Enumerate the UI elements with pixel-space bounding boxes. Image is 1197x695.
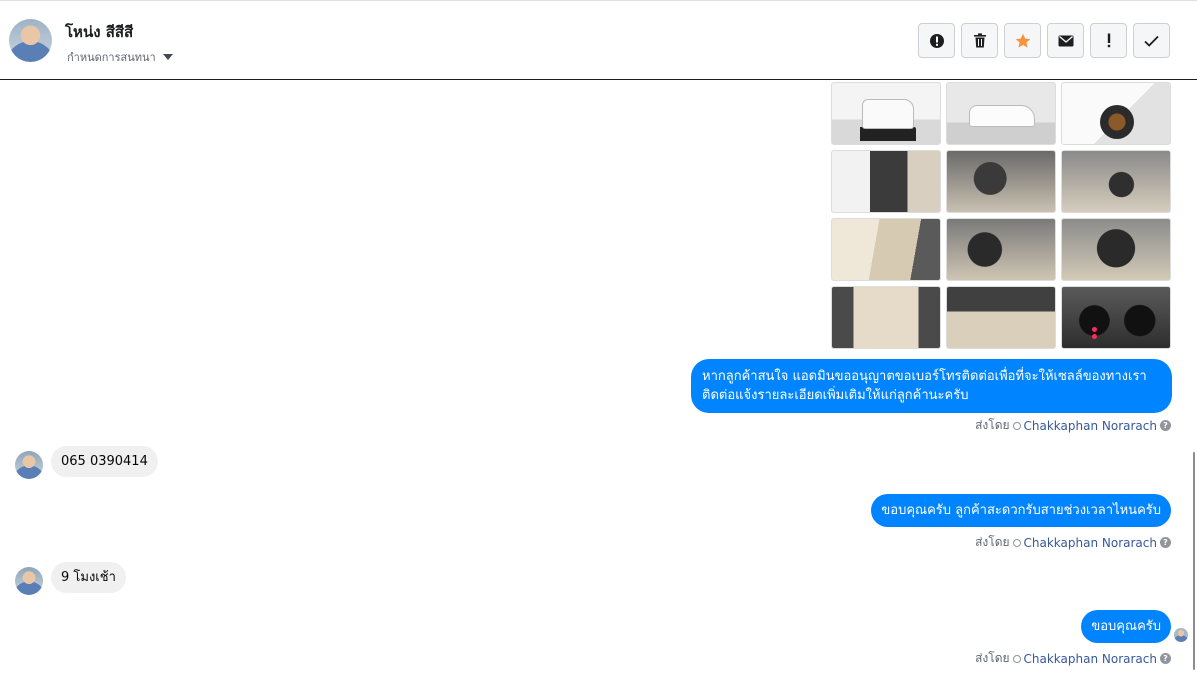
exclamation-icon: [1107, 33, 1110, 48]
photo-thumbnail[interactable]: [831, 150, 941, 213]
photo-grid: [831, 82, 1171, 349]
sent-status-icon: [1012, 421, 1021, 430]
help-icon[interactable]: ?: [1160, 537, 1171, 548]
caret-down-icon: [162, 54, 173, 60]
agent-name-link[interactable]: Chakkaphan Norarach: [1024, 419, 1157, 433]
header-actions: [918, 23, 1170, 58]
contact-avatar[interactable]: [9, 19, 52, 62]
message-bubble-outgoing[interactable]: ขอบคุณครับ ลูกค้าสะดวกรับสายช่วงเวลาไหนค…: [871, 494, 1171, 527]
assign-conversation-dropdown[interactable]: กำหนดการสนทนา: [67, 48, 173, 66]
sent-by-line: ส่งโดย Chakkaphan Norarach ?: [975, 649, 1171, 668]
alert-circle-icon: [929, 33, 944, 48]
customer-avatar[interactable]: [15, 451, 43, 479]
photo-thumbnail[interactable]: [1061, 82, 1171, 145]
spam-button[interactable]: [918, 23, 955, 58]
photo-thumbnail[interactable]: [831, 218, 941, 281]
star-icon: [1015, 33, 1030, 48]
agent-name-link[interactable]: Chakkaphan Norarach: [1024, 536, 1157, 550]
sent-status-icon: [1012, 654, 1021, 663]
photo-thumbnail[interactable]: [1061, 286, 1171, 349]
sent-by-label: ส่งโดย: [975, 651, 1010, 665]
sent-by-label: ส่งโดย: [975, 418, 1010, 432]
sent-by-line: ส่งโดย Chakkaphan Norarach ?: [975, 416, 1171, 435]
help-icon[interactable]: ?: [1160, 653, 1171, 664]
sent-status-icon: [1012, 538, 1021, 547]
help-icon[interactable]: ?: [1160, 420, 1171, 431]
assign-label: กำหนดการสนทนา: [67, 51, 156, 64]
photo-thumbnail[interactable]: [831, 82, 941, 145]
sent-by-label: ส่งโดย: [975, 535, 1010, 549]
photo-thumbnail[interactable]: [946, 150, 1056, 213]
message-bubble-outgoing[interactable]: หากลูกค้าสนใจ แอดมินขออนุญาตขอเบอร์โทรติ…: [691, 359, 1172, 413]
star-button[interactable]: [1004, 23, 1041, 58]
seen-avatar: [1174, 628, 1188, 642]
conversation-header: โหน่ง สีสีสี กำหนดการสนทนา: [0, 1, 1197, 80]
message-bubble-incoming[interactable]: 9 โมงเช้า: [51, 562, 126, 593]
sent-by-line: ส่งโดย Chakkaphan Norarach ?: [975, 533, 1171, 552]
message-bubble-incoming[interactable]: 065 0390414: [51, 446, 158, 477]
photo-thumbnail[interactable]: [831, 286, 941, 349]
check-icon: [1144, 35, 1159, 47]
photo-thumbnail[interactable]: [946, 82, 1056, 145]
customer-avatar[interactable]: [15, 567, 43, 595]
scrollbar-thumb[interactable]: [1193, 452, 1195, 670]
photo-thumbnail[interactable]: [1061, 218, 1171, 281]
photo-thumbnail[interactable]: [1061, 150, 1171, 213]
contact-name[interactable]: โหน่ง สีสีสี: [65, 20, 133, 44]
photo-thumbnail[interactable]: [946, 218, 1056, 281]
envelope-icon: [1058, 35, 1073, 46]
photo-thumbnail[interactable]: [946, 286, 1056, 349]
trash-icon: [973, 33, 986, 48]
message-bubble-outgoing[interactable]: ขอบคุณครับ: [1081, 610, 1171, 643]
delete-button[interactable]: [961, 23, 998, 58]
important-button[interactable]: [1090, 23, 1127, 58]
mark-done-button[interactable]: [1133, 23, 1170, 58]
agent-name-link[interactable]: Chakkaphan Norarach: [1024, 652, 1157, 666]
mark-unread-button[interactable]: [1047, 23, 1084, 58]
